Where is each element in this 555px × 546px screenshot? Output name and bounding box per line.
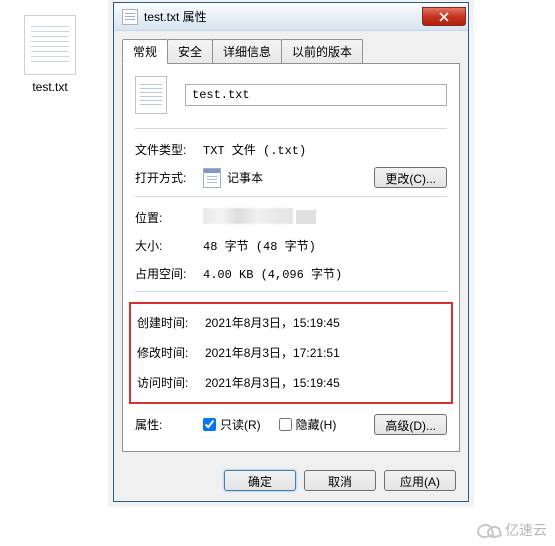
hidden-checkbox[interactable] [279,418,292,431]
change-button[interactable]: 更改(C)... [374,167,447,188]
notepad-icon [203,168,221,188]
accessed-label: 访问时间: [137,374,205,391]
advanced-button[interactable]: 高级(D)... [374,414,447,435]
properties-dialog: test.txt 属性 常规 安全 详细信息 以前的版本 文件类型: TXT 文… [113,2,469,502]
readonly-checkbox-wrap[interactable]: 只读(R) [203,416,261,433]
modified-label: 修改时间: [137,344,205,361]
timestamps-highlight: 创建时间: 2021年8月3日，15:19:45 修改时间: 2021年8月3日… [129,302,453,404]
watermark: 亿速云 [477,520,547,540]
ok-button[interactable]: 确定 [224,470,296,491]
location-label: 位置: [135,209,203,226]
opens-with-value: 记事本 [227,169,263,186]
readonly-label: 只读(R) [220,416,261,433]
titlebar[interactable]: test.txt 属性 [114,3,468,31]
desktop-file-icon[interactable]: test.txt [10,15,90,94]
cancel-button[interactable]: 取消 [304,470,376,491]
location-value [203,208,316,227]
titlebar-file-icon [122,9,138,25]
modified-value: 2021年8月3日，17:21:51 [205,344,340,361]
titlebar-title: test.txt 属性 [144,8,422,25]
file-icon [135,76,167,114]
hidden-checkbox-wrap[interactable]: 隐藏(H) [279,416,337,433]
divider [135,196,447,197]
dialog-footer: 确定 取消 应用(A) [114,460,468,501]
close-icon [439,12,449,22]
apply-button[interactable]: 应用(A) [384,470,456,491]
divider [135,128,447,129]
text-file-icon [24,15,76,75]
divider [135,291,447,292]
desktop-file-label: test.txt [10,80,90,94]
cloud-icon [477,522,501,538]
filename-input[interactable] [185,84,447,106]
attributes-label: 属性: [135,416,203,433]
close-button[interactable] [422,7,466,26]
tab-security[interactable]: 安全 [167,39,213,63]
hidden-label: 隐藏(H) [296,416,337,433]
readonly-checkbox[interactable] [203,418,216,431]
filetype-value: TXT 文件 (.txt) [203,141,306,158]
size-on-disk-label: 占用空间: [135,265,203,282]
created-label: 创建时间: [137,314,205,331]
size-value: 48 字节 (48 字节) [203,237,316,254]
tab-details[interactable]: 详细信息 [212,39,282,63]
watermark-text: 亿速云 [505,520,547,540]
accessed-value: 2021年8月3日，15:19:45 [205,374,340,391]
created-value: 2021年8月3日，15:19:45 [205,314,340,331]
filetype-label: 文件类型: [135,141,203,158]
tab-general[interactable]: 常规 [122,39,168,64]
size-on-disk-value: 4.00 KB (4,096 字节) [203,265,342,282]
tab-previous-versions[interactable]: 以前的版本 [281,39,363,63]
opens-with-label: 打开方式: [135,169,203,186]
tab-bar: 常规 安全 详细信息 以前的版本 [114,31,468,63]
tab-content-general: 文件类型: TXT 文件 (.txt) 打开方式: 记事本 更改(C)... 位… [122,63,460,452]
size-label: 大小: [135,237,203,254]
